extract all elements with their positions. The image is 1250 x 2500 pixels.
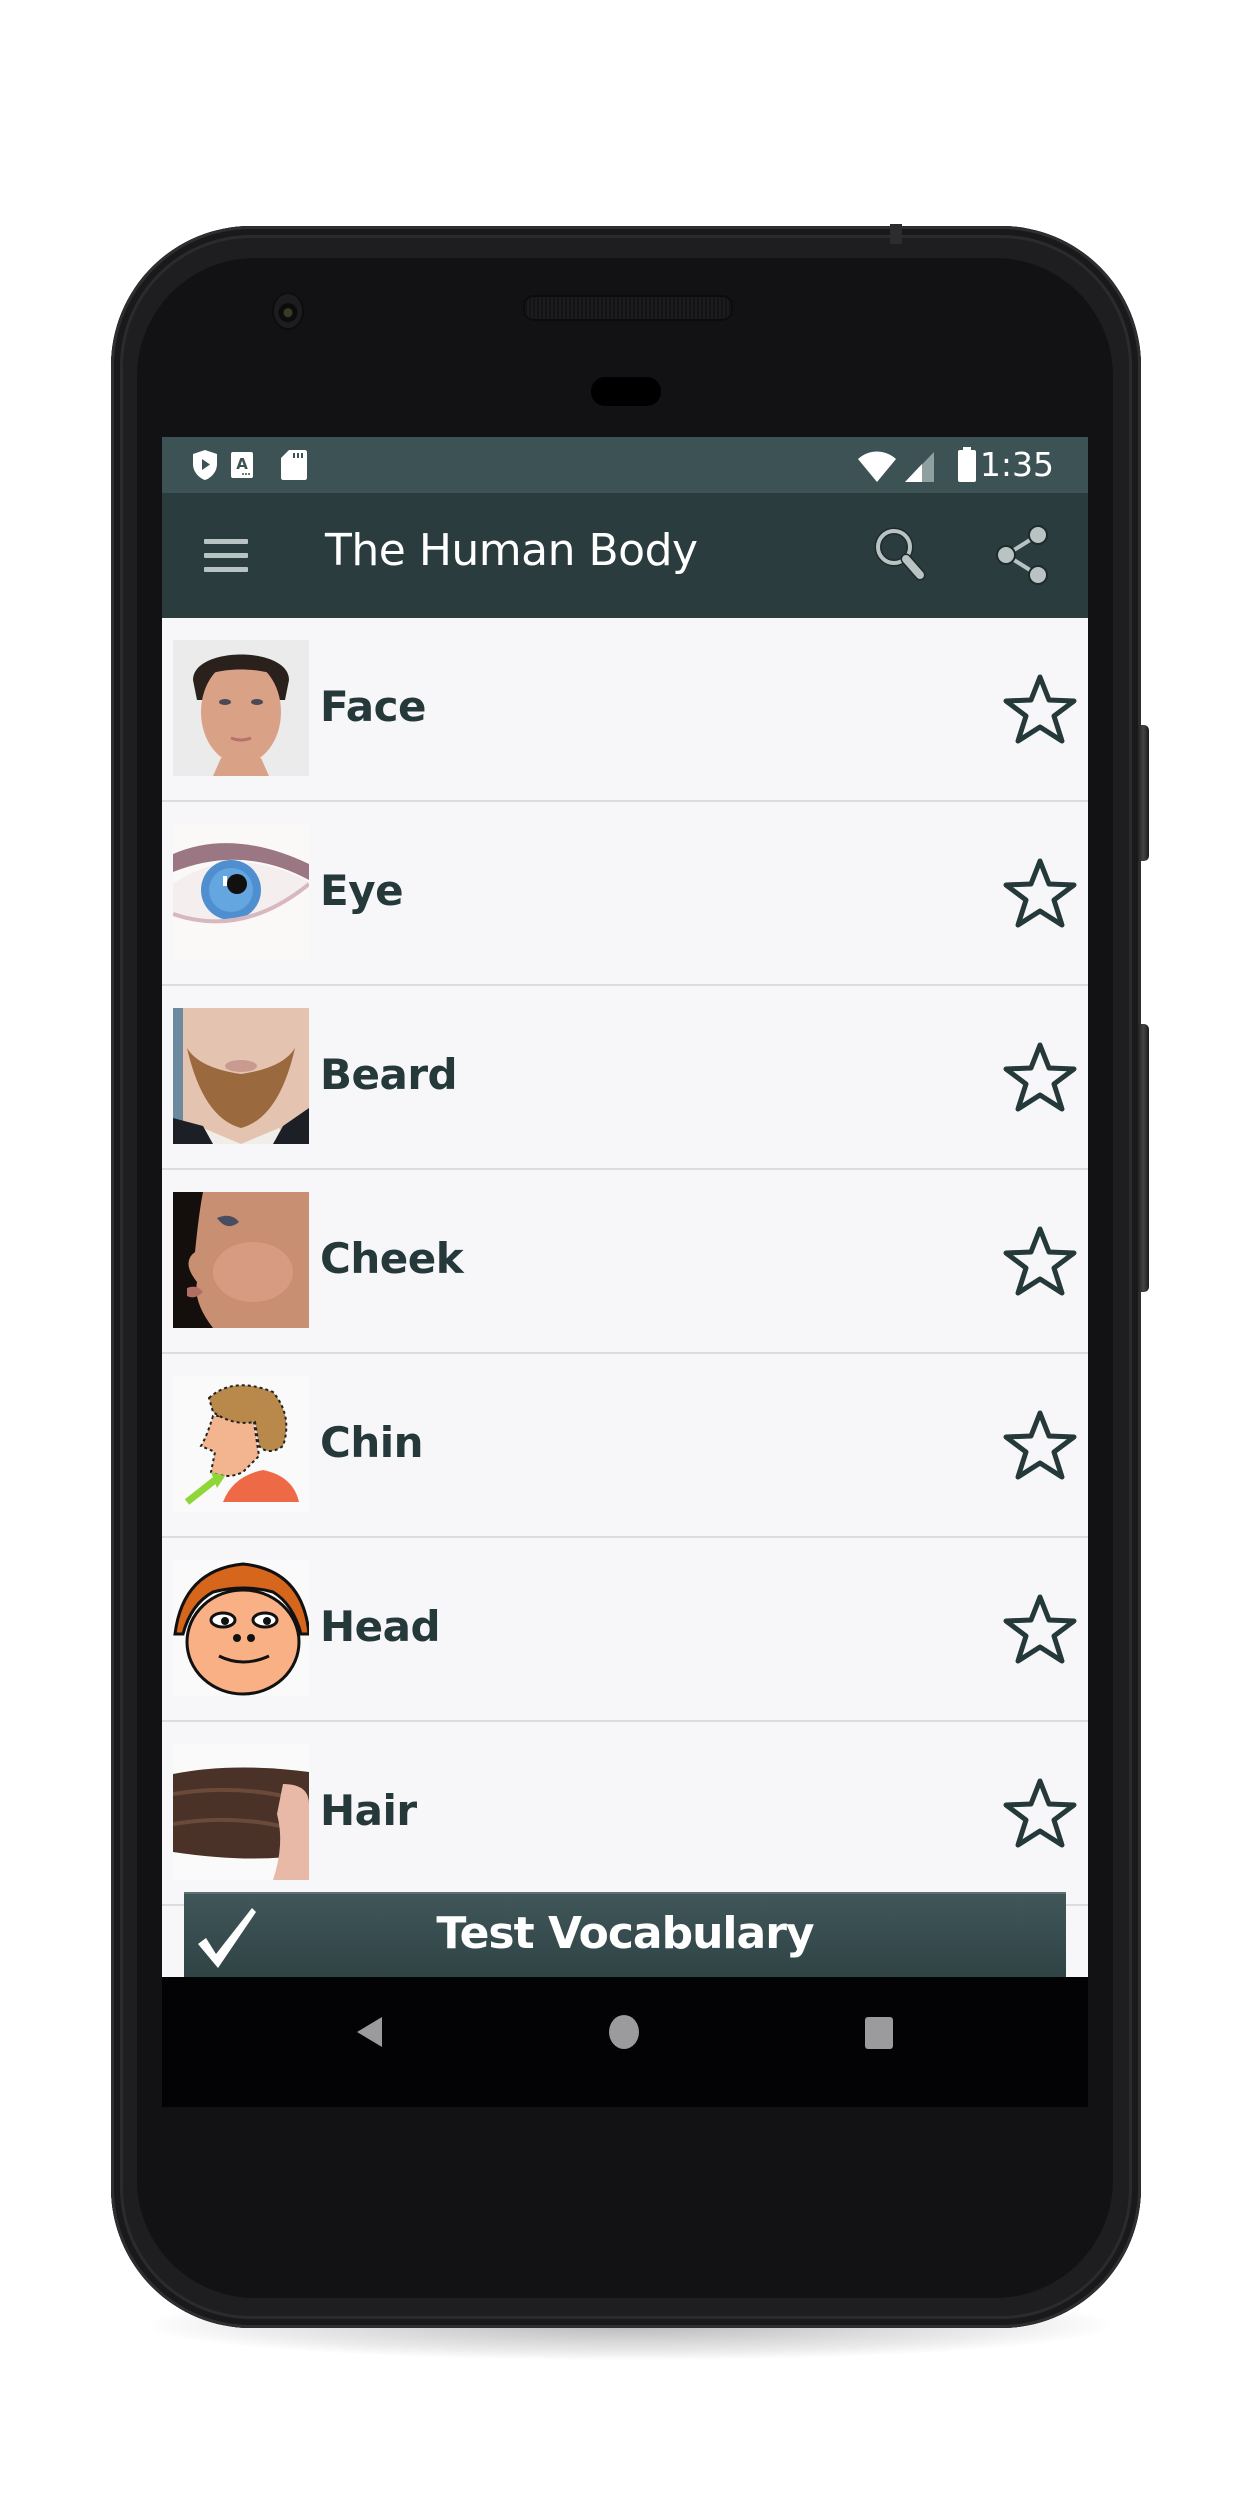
screen: A 1:35 The Human Body Face Eye Beard Che… (162, 437, 1088, 1977)
chin-thumbnail (173, 1376, 309, 1512)
eye-thumbnail (173, 824, 309, 960)
svg-text:A: A (236, 455, 248, 473)
favorite-star-icon[interactable] (1002, 1409, 1078, 1481)
list-item[interactable]: Eye (162, 802, 1088, 986)
status-bar: A 1:35 (162, 437, 1088, 493)
hamburger-menu-icon (204, 539, 248, 544)
hamburger-menu-icon-bar (204, 553, 248, 558)
item-label: Chin (320, 1418, 424, 1467)
system-nav-bar (162, 1977, 1088, 2107)
hair-thumbnail (173, 1744, 309, 1880)
hamburger-menu-button[interactable] (202, 531, 250, 581)
list-item[interactable]: Cheek (162, 1170, 1088, 1354)
list-item[interactable]: Head (162, 1538, 1088, 1722)
back-triangle-icon (357, 2017, 382, 2047)
vocabulary-list: Face Eye Beard Cheek Chin Head Hair (162, 618, 1088, 1906)
signal-icon (904, 451, 936, 488)
phone-top-seam (890, 224, 902, 244)
keyboard-a-icon: A (230, 451, 254, 484)
battery-icon (957, 447, 977, 488)
list-item[interactable]: Hair (162, 1722, 1088, 1906)
item-label: Face (320, 682, 426, 731)
search-button[interactable] (870, 523, 930, 587)
nav-back-button[interactable] (354, 2015, 384, 2049)
search-icon (874, 527, 926, 581)
favorite-star-icon[interactable] (1002, 1593, 1078, 1665)
favorite-star-icon[interactable] (1002, 1041, 1078, 1113)
item-label: Head (320, 1602, 441, 1651)
front-camera (272, 292, 304, 330)
proximity-sensor (591, 377, 661, 406)
test-vocabulary-button[interactable]: Test Vocabulary (184, 1892, 1066, 1977)
item-label: Cheek (320, 1234, 464, 1283)
share-icon (996, 525, 1048, 585)
status-time: 1:35 (979, 445, 1054, 484)
list-item[interactable]: Chin (162, 1354, 1088, 1538)
beard-thumbnail (173, 1008, 309, 1144)
favorite-star-icon[interactable] (1002, 673, 1078, 745)
play-protect-shield-icon (192, 449, 218, 486)
favorite-star-icon[interactable] (1002, 857, 1078, 929)
earpiece-speaker (523, 295, 733, 321)
hamburger-menu-icon-bar (204, 567, 248, 572)
sd-card-icon (280, 449, 308, 486)
app-bar: The Human Body (162, 493, 1088, 618)
head-thumbnail (173, 1560, 309, 1696)
page-title: The Human Body (325, 525, 698, 576)
list-item[interactable]: Beard (162, 986, 1088, 1170)
share-button[interactable] (992, 523, 1052, 587)
item-label: Beard (320, 1050, 458, 1099)
nav-recents-button[interactable] (865, 2017, 893, 2049)
volume-button (1138, 725, 1149, 861)
face-thumbnail (173, 640, 309, 776)
wifi-icon (857, 451, 897, 488)
item-label: Hair (320, 1786, 417, 1835)
favorite-star-icon[interactable] (1002, 1777, 1078, 1849)
test-vocabulary-label: Test Vocabulary (436, 1908, 814, 1959)
cheek-thumbnail (173, 1192, 309, 1328)
item-label: Eye (320, 866, 404, 915)
favorite-star-icon[interactable] (1002, 1225, 1078, 1297)
power-button (1138, 1024, 1149, 1292)
nav-home-button[interactable] (609, 2015, 639, 2049)
list-item[interactable]: Face (162, 618, 1088, 802)
